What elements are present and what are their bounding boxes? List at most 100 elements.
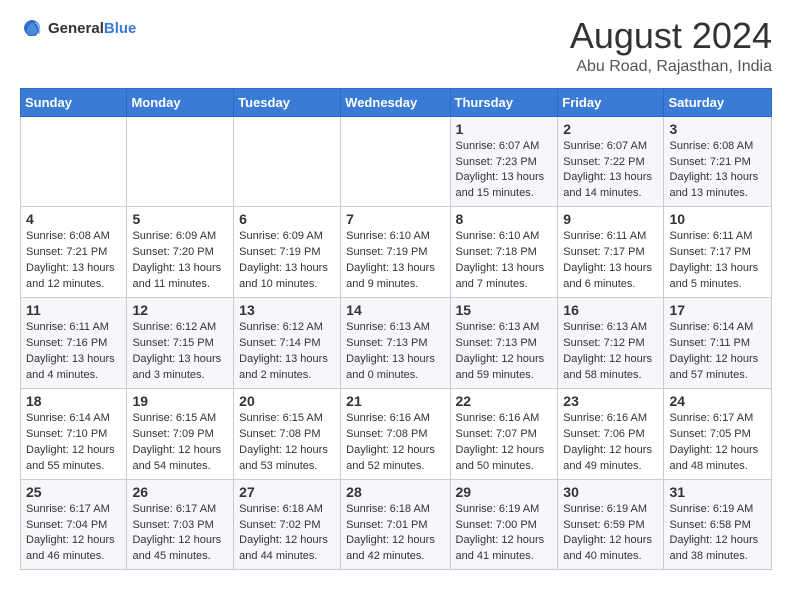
day-number: 3 <box>669 121 766 137</box>
day-info: Sunrise: 6:09 AM Sunset: 7:20 PM Dayligh… <box>132 229 228 293</box>
day-number: 27 <box>239 484 335 500</box>
day-cell <box>21 116 127 207</box>
column-header-monday: Monday <box>127 88 234 116</box>
day-info: Sunrise: 6:19 AM Sunset: 7:00 PM Dayligh… <box>456 502 553 566</box>
day-cell: 17 Sunrise: 6:14 AM Sunset: 7:11 PM Dayli… <box>664 298 772 389</box>
week-row-1: 1 Sunrise: 6:07 AM Sunset: 7:23 PM Daylig… <box>21 116 772 207</box>
day-cell: 20 Sunrise: 6:15 AM Sunset: 7:08 PM Dayli… <box>234 388 341 479</box>
day-number: 29 <box>456 484 553 500</box>
day-cell: 2 Sunrise: 6:07 AM Sunset: 7:22 PM Daylig… <box>558 116 664 207</box>
week-row-3: 11 Sunrise: 6:11 AM Sunset: 7:16 PM Dayli… <box>21 298 772 389</box>
day-cell: 5Sunrise: 6:09 AM Sunset: 7:20 PM Daylig… <box>127 207 234 298</box>
day-number: 15 <box>456 302 553 318</box>
day-info: Sunrise: 6:18 AM Sunset: 7:01 PM Dayligh… <box>346 502 444 566</box>
day-info: Sunrise: 6:15 AM Sunset: 7:08 PM Dayligh… <box>239 411 335 475</box>
day-info: Sunrise: 6:14 AM Sunset: 7:10 PM Dayligh… <box>26 411 121 475</box>
page-header: GeneralBlue August 2024 Abu Road, Rajast… <box>20 16 772 76</box>
day-info: Sunrise: 6:16 AM Sunset: 7:07 PM Dayligh… <box>456 411 553 475</box>
day-info: Sunrise: 6:08 AM Sunset: 7:21 PM Dayligh… <box>26 229 121 293</box>
day-info: Sunrise: 6:07 AM Sunset: 7:22 PM Dayligh… <box>563 139 658 203</box>
logo-icon <box>20 16 44 40</box>
calendar-table: SundayMondayTuesdayWednesdayThursdayFrid… <box>20 88 772 571</box>
day-info: Sunrise: 6:08 AM Sunset: 7:21 PM Dayligh… <box>669 139 766 203</box>
day-cell: 10 Sunrise: 6:11 AM Sunset: 7:17 PM Dayli… <box>664 207 772 298</box>
day-number: 11 <box>26 302 121 318</box>
day-info: Sunrise: 6:13 AM Sunset: 7:13 PM Dayligh… <box>456 320 553 384</box>
day-number: 19 <box>132 393 228 409</box>
day-info: Sunrise: 6:19 AM Sunset: 6:59 PM Dayligh… <box>563 502 658 566</box>
column-header-thursday: Thursday <box>450 88 558 116</box>
day-cell: 9Sunrise: 6:11 AM Sunset: 7:17 PM Daylig… <box>558 207 664 298</box>
day-number: 14 <box>346 302 444 318</box>
day-number: 7 <box>346 211 444 227</box>
day-number: 25 <box>26 484 121 500</box>
logo: GeneralBlue <box>20 16 136 40</box>
day-cell: 12Sunrise: 6:12 AM Sunset: 7:15 PM Dayli… <box>127 298 234 389</box>
day-cell: 4Sunrise: 6:08 AM Sunset: 7:21 PM Daylig… <box>21 207 127 298</box>
day-info: Sunrise: 6:10 AM Sunset: 7:19 PM Dayligh… <box>346 229 444 293</box>
day-number: 18 <box>26 393 121 409</box>
day-cell <box>341 116 450 207</box>
day-cell: 16 Sunrise: 6:13 AM Sunset: 7:12 PM Dayli… <box>558 298 664 389</box>
day-info: Sunrise: 6:17 AM Sunset: 7:05 PM Dayligh… <box>669 411 766 475</box>
day-info: Sunrise: 6:14 AM Sunset: 7:11 PM Dayligh… <box>669 320 766 384</box>
day-info: Sunrise: 6:09 AM Sunset: 7:19 PM Dayligh… <box>239 229 335 293</box>
day-cell: 6 Sunrise: 6:09 AM Sunset: 7:19 PM Daylig… <box>234 207 341 298</box>
column-header-saturday: Saturday <box>664 88 772 116</box>
day-number: 6 <box>239 211 335 227</box>
day-info: Sunrise: 6:11 AM Sunset: 7:17 PM Dayligh… <box>669 229 766 293</box>
week-row-4: 18 Sunrise: 6:14 AM Sunset: 7:10 PM Dayli… <box>21 388 772 479</box>
day-cell <box>127 116 234 207</box>
day-info: Sunrise: 6:19 AM Sunset: 6:58 PM Dayligh… <box>669 502 766 566</box>
day-cell: 23 Sunrise: 6:16 AM Sunset: 7:06 PM Dayli… <box>558 388 664 479</box>
location: Abu Road, Rajasthan, India <box>570 58 772 76</box>
day-cell: 30 Sunrise: 6:19 AM Sunset: 6:59 PM Dayli… <box>558 479 664 570</box>
day-number: 16 <box>563 302 658 318</box>
day-cell: 28Sunrise: 6:18 AM Sunset: 7:01 PM Dayli… <box>341 479 450 570</box>
title-block: August 2024 Abu Road, Rajasthan, India <box>570 16 772 76</box>
day-info: Sunrise: 6:17 AM Sunset: 7:03 PM Dayligh… <box>132 502 228 566</box>
day-info: Sunrise: 6:13 AM Sunset: 7:12 PM Dayligh… <box>563 320 658 384</box>
day-info: Sunrise: 6:07 AM Sunset: 7:23 PM Dayligh… <box>456 139 553 203</box>
day-cell: 14Sunrise: 6:13 AM Sunset: 7:13 PM Dayli… <box>341 298 450 389</box>
day-number: 30 <box>563 484 658 500</box>
day-number: 23 <box>563 393 658 409</box>
day-number: 12 <box>132 302 228 318</box>
day-info: Sunrise: 6:16 AM Sunset: 7:06 PM Dayligh… <box>563 411 658 475</box>
day-cell: 24 Sunrise: 6:17 AM Sunset: 7:05 PM Dayli… <box>664 388 772 479</box>
week-row-2: 4Sunrise: 6:08 AM Sunset: 7:21 PM Daylig… <box>21 207 772 298</box>
header-row: SundayMondayTuesdayWednesdayThursdayFrid… <box>21 88 772 116</box>
day-cell: 26Sunrise: 6:17 AM Sunset: 7:03 PM Dayli… <box>127 479 234 570</box>
day-info: Sunrise: 6:15 AM Sunset: 7:09 PM Dayligh… <box>132 411 228 475</box>
day-cell: 18 Sunrise: 6:14 AM Sunset: 7:10 PM Dayli… <box>21 388 127 479</box>
day-info: Sunrise: 6:12 AM Sunset: 7:14 PM Dayligh… <box>239 320 335 384</box>
day-number: 22 <box>456 393 553 409</box>
day-info: Sunrise: 6:11 AM Sunset: 7:16 PM Dayligh… <box>26 320 121 384</box>
day-cell: 29 Sunrise: 6:19 AM Sunset: 7:00 PM Dayli… <box>450 479 558 570</box>
logo-blue: Blue <box>104 20 137 37</box>
day-info: Sunrise: 6:16 AM Sunset: 7:08 PM Dayligh… <box>346 411 444 475</box>
day-cell: 19 Sunrise: 6:15 AM Sunset: 7:09 PM Dayli… <box>127 388 234 479</box>
day-number: 20 <box>239 393 335 409</box>
day-cell: 13Sunrise: 6:12 AM Sunset: 7:14 PM Dayli… <box>234 298 341 389</box>
day-number: 10 <box>669 211 766 227</box>
day-info: Sunrise: 6:10 AM Sunset: 7:18 PM Dayligh… <box>456 229 553 293</box>
day-info: Sunrise: 6:11 AM Sunset: 7:17 PM Dayligh… <box>563 229 658 293</box>
day-cell: 7 Sunrise: 6:10 AM Sunset: 7:19 PM Daylig… <box>341 207 450 298</box>
day-cell: 31 Sunrise: 6:19 AM Sunset: 6:58 PM Dayli… <box>664 479 772 570</box>
day-number: 1 <box>456 121 553 137</box>
day-number: 2 <box>563 121 658 137</box>
week-row-5: 25 Sunrise: 6:17 AM Sunset: 7:04 PM Dayli… <box>21 479 772 570</box>
day-info: Sunrise: 6:17 AM Sunset: 7:04 PM Dayligh… <box>26 502 121 566</box>
column-header-wednesday: Wednesday <box>341 88 450 116</box>
day-info: Sunrise: 6:18 AM Sunset: 7:02 PM Dayligh… <box>239 502 335 566</box>
day-number: 24 <box>669 393 766 409</box>
day-cell: 11 Sunrise: 6:11 AM Sunset: 7:16 PM Dayli… <box>21 298 127 389</box>
day-number: 31 <box>669 484 766 500</box>
column-header-tuesday: Tuesday <box>234 88 341 116</box>
day-number: 21 <box>346 393 444 409</box>
day-cell: 15 Sunrise: 6:13 AM Sunset: 7:13 PM Dayli… <box>450 298 558 389</box>
day-number: 17 <box>669 302 766 318</box>
calendar-page: GeneralBlue August 2024 Abu Road, Rajast… <box>0 0 792 586</box>
column-header-sunday: Sunday <box>21 88 127 116</box>
